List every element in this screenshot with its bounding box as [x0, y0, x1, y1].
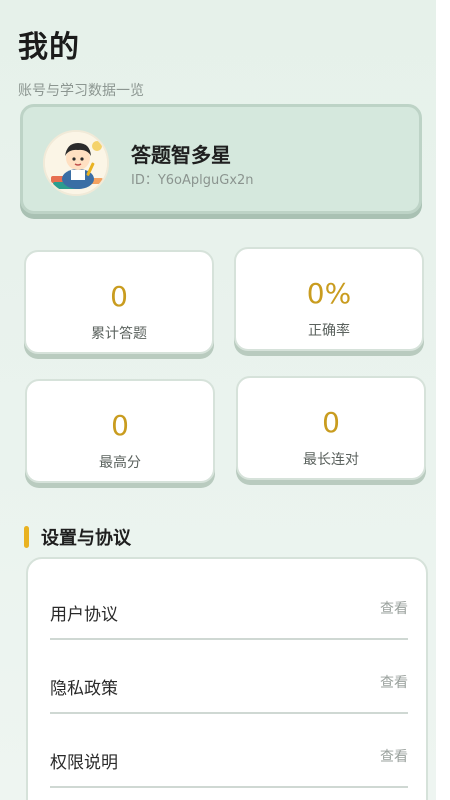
profile-card[interactable]: 答题智多星 ID：Y6oAplguGx2n — [20, 104, 422, 214]
page-subtitle: 账号与学习数据一览 — [18, 83, 144, 99]
view-link[interactable]: 查看 — [380, 598, 408, 618]
stat-label: 最长连对 — [303, 452, 359, 468]
stat-card-total-answers[interactable]: 0 累计答题 — [24, 250, 214, 354]
profile-page: 我的 账号与学习数据一览 答题智多星 ID：Y6oAplguGx2n 0 累计答… — [0, 0, 450, 800]
stat-card-accuracy[interactable]: 0% 正确率 — [234, 247, 424, 351]
stat-card-longest-streak[interactable]: 0 最长连对 — [236, 376, 426, 480]
user-id: ID：Y6oAplguGx2n — [131, 173, 254, 188]
row-label: 用户协议 — [50, 605, 118, 625]
page-header: 我的 账号与学习数据一览 — [18, 22, 144, 100]
row-label: 隐私政策 — [50, 679, 118, 699]
screen-edge — [436, 0, 450, 800]
settings-row-user-agreement[interactable]: 用户协议 查看 — [50, 566, 408, 640]
stat-label: 正确率 — [308, 323, 350, 339]
avatar[interactable] — [43, 130, 109, 196]
view-link[interactable]: 查看 — [380, 672, 408, 692]
section-accent-bar — [24, 526, 29, 548]
view-link[interactable]: 查看 — [380, 746, 408, 766]
row-label: 权限说明 — [50, 753, 118, 773]
settings-section-title: 设置与协议 — [41, 528, 131, 549]
nickname: 答题智多星 — [131, 143, 231, 167]
stat-value: 0 — [110, 280, 128, 313]
stat-value: 0 — [111, 409, 129, 442]
page-title: 我的 — [18, 30, 80, 65]
stat-card-high-score[interactable]: 0 最高分 — [25, 379, 215, 483]
settings-list: 用户协议 查看 隐私政策 查看 权限说明 查看 — [26, 557, 428, 800]
stat-value: 0% — [306, 277, 352, 310]
stat-value: 0 — [322, 406, 340, 439]
cartoon-student-avatar-icon — [45, 132, 107, 194]
settings-row-privacy-policy[interactable]: 隐私政策 查看 — [50, 640, 408, 714]
settings-row-permissions[interactable]: 权限说明 查看 — [50, 714, 408, 788]
stat-label: 最高分 — [99, 455, 141, 471]
stat-label: 累计答题 — [91, 326, 147, 342]
settings-section-header: 设置与协议 — [24, 524, 131, 550]
